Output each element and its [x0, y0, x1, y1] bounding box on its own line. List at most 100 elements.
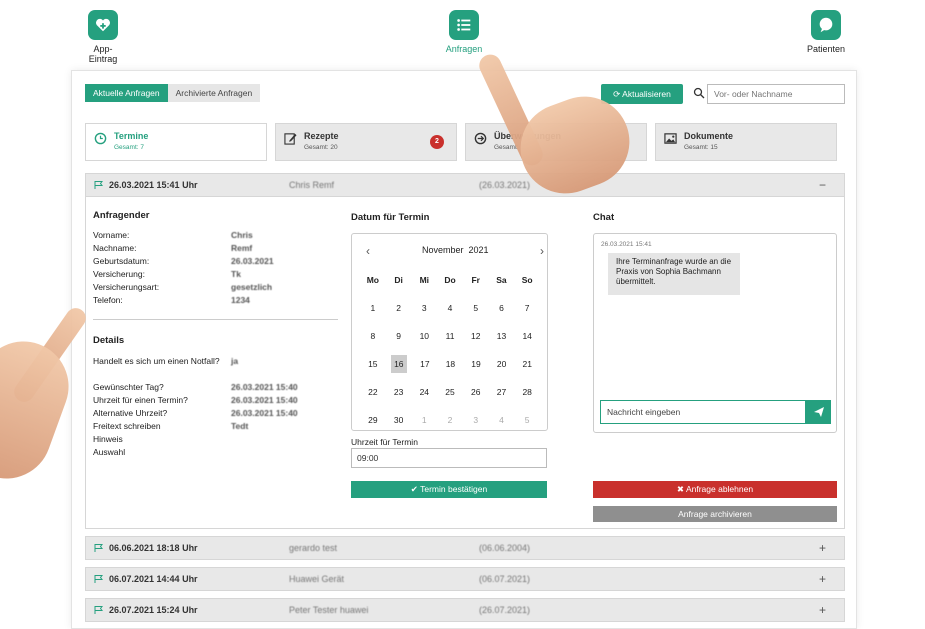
tab-current-requests[interactable]: Aktuelle Anfragen: [85, 84, 168, 102]
nav-label: Patienten: [806, 44, 846, 54]
expand-toggle[interactable]: +: [819, 603, 826, 617]
time-input[interactable]: 09:00: [351, 448, 547, 468]
calendar-day[interactable]: 8: [360, 327, 386, 345]
request-row-header[interactable]: 06.06.2021 18:18 Uhr gerardo test (06.06…: [85, 536, 845, 560]
arrow-circle-icon: [474, 132, 487, 145]
expand-toggle[interactable]: +: [819, 572, 826, 586]
calendar-day[interactable]: 15: [360, 355, 386, 373]
nav-app-entry[interactable]: App-Eintrag: [80, 10, 126, 64]
calendar-day[interactable]: 25: [437, 383, 463, 401]
chat-bubble-icon: [811, 10, 841, 40]
weekday-label: So: [521, 275, 533, 285]
field-insurance: Versicherung: Tk: [93, 269, 241, 279]
calendar-day-next-month[interactable]: 5: [514, 411, 540, 429]
category-title: Überweisungen: [494, 131, 562, 141]
calendar-day[interactable]: 22: [360, 383, 386, 401]
chat-message: Ihre Terminanfrage wurde an die Praxis v…: [608, 253, 740, 295]
request-patient-name: Chris Remf: [289, 180, 335, 190]
request-date: 26.03.2021 15:41 Uhr: [109, 180, 198, 190]
calendar-day[interactable]: 4: [437, 299, 463, 317]
calendar-week: 15 16 17 18 19 20 21: [360, 350, 540, 378]
nav-requests[interactable]: Anfragen: [441, 10, 487, 54]
calendar-day[interactable]: 26: [463, 383, 489, 401]
nav-patients[interactable]: Patienten: [803, 10, 849, 54]
prev-month-icon[interactable]: ‹: [366, 244, 370, 258]
request-row-header[interactable]: 06.07.2021 14:44 Uhr Huawei Gerät (06.07…: [85, 567, 845, 591]
chat-panel: 26.03.2021 15:41 Ihre Terminanfrage wurd…: [593, 233, 837, 433]
category-dokumente[interactable]: Dokumente Gesamt: 15: [655, 123, 837, 161]
category-rezepte[interactable]: Rezepte Gesamt: 20 2: [275, 123, 457, 161]
calendar-day[interactable]: 18: [438, 355, 464, 373]
calendar-day[interactable]: 27: [489, 383, 515, 401]
calendar-day[interactable]: 11: [437, 327, 463, 345]
calendar-week: 1 2 3 4 5 6 7: [360, 294, 540, 322]
collapse-toggle[interactable]: −: [819, 178, 826, 192]
calendar-day[interactable]: 21: [514, 355, 540, 373]
request-birthdate: (26.03.2021): [479, 180, 531, 190]
flag-icon: [94, 181, 103, 189]
calendar-day[interactable]: 6: [489, 299, 515, 317]
reject-request-button[interactable]: ✖ Anfrage ablehnen: [593, 481, 837, 498]
calendar-day[interactable]: 28: [514, 383, 540, 401]
calendar-day[interactable]: 2: [386, 299, 412, 317]
requests-panel: Aktuelle Anfragen Archivierte Anfragen ⟳…: [71, 70, 857, 629]
category-termine[interactable]: Termine Gesamt: 7: [85, 123, 267, 161]
calendar-day-next-month[interactable]: 2: [437, 411, 463, 429]
request-date: 26.07.2021 15:24 Uhr: [109, 605, 198, 615]
calendar-day-selected[interactable]: 16: [390, 355, 408, 373]
request-date: 06.07.2021 14:44 Uhr: [109, 574, 198, 584]
field-lastname: Nachname: Remf: [93, 243, 253, 253]
archive-request-button[interactable]: Anfrage archivieren: [593, 506, 837, 522]
field-choice: Auswahl: [93, 447, 126, 457]
calendar-month-label: November 2021: [422, 245, 489, 255]
refresh-button[interactable]: ⟳ Aktualisieren: [601, 84, 683, 104]
calendar-day[interactable]: 9: [386, 327, 412, 345]
send-button[interactable]: [806, 400, 831, 424]
chat-message-input[interactable]: Nachricht eingeben: [600, 400, 806, 424]
edit-icon: [284, 133, 297, 145]
calendar-day[interactable]: 24: [411, 383, 437, 401]
close-icon: ✖: [676, 484, 685, 494]
calendar-day[interactable]: 13: [489, 327, 515, 345]
calendar-week: 29 30 1 2 3 4 5: [360, 406, 540, 434]
field-birthdate: Geburtsdatum: 26.03.2021: [93, 256, 274, 266]
calendar-day[interactable]: 10: [411, 327, 437, 345]
chat-timestamp: 26.03.2021 15:41: [601, 241, 652, 248]
calendar-week: 22 23 24 25 26 27 28: [360, 378, 540, 406]
category-count: Gesamt: 1: [494, 144, 524, 151]
calendar-day[interactable]: 12: [463, 327, 489, 345]
next-month-icon[interactable]: ›: [540, 244, 544, 258]
field-note: Hinweis: [93, 434, 123, 444]
calendar-day[interactable]: 7: [514, 299, 540, 317]
calendar-day-next-month[interactable]: 1: [411, 411, 437, 429]
request-birthdate: (06.07.2021): [479, 574, 531, 584]
weekday-label: Do: [444, 275, 456, 285]
calendar-day[interactable]: 3: [411, 299, 437, 317]
calendar-day[interactable]: 20: [489, 355, 515, 373]
category-ueberweisungen[interactable]: Überweisungen Gesamt: 1: [465, 123, 647, 161]
calendar-day-next-month[interactable]: 4: [489, 411, 515, 429]
notification-badge: 2: [430, 135, 444, 149]
expand-toggle[interactable]: +: [819, 541, 826, 555]
calendar-day[interactable]: 23: [386, 383, 412, 401]
clock-icon: [94, 132, 107, 145]
search-input[interactable]: [707, 84, 845, 104]
field-desired-time: Uhrzeit für einen Termin? 26.03.2021 15:4…: [93, 395, 298, 405]
request-row-header[interactable]: 26.07.2021 15:24 Uhr Peter Tester huawei…: [85, 598, 845, 622]
send-icon: [813, 407, 824, 417]
confirm-appointment-button[interactable]: ✔ Termin bestätigen: [351, 481, 547, 498]
request-row-header[interactable]: 26.03.2021 15:41 Uhr Chris Remf (26.03.2…: [85, 173, 845, 197]
calendar-day[interactable]: 5: [463, 299, 489, 317]
weekday-label: Mo: [366, 275, 379, 285]
calendar-day[interactable]: 1: [360, 299, 386, 317]
nav-label: Anfragen: [445, 44, 483, 54]
calendar-day[interactable]: 17: [412, 355, 438, 373]
calendar-day-next-month[interactable]: 3: [463, 411, 489, 429]
calendar-day[interactable]: 29: [360, 411, 386, 429]
category-row: Termine Gesamt: 7 Rezepte Gesamt: 20 2 Ü…: [85, 123, 837, 161]
tab-archived-requests[interactable]: Archivierte Anfragen: [167, 84, 261, 102]
details-title: Details: [93, 335, 125, 346]
calendar-day[interactable]: 19: [463, 355, 489, 373]
calendar-day[interactable]: 14: [514, 327, 540, 345]
calendar-day[interactable]: 30: [386, 411, 412, 429]
